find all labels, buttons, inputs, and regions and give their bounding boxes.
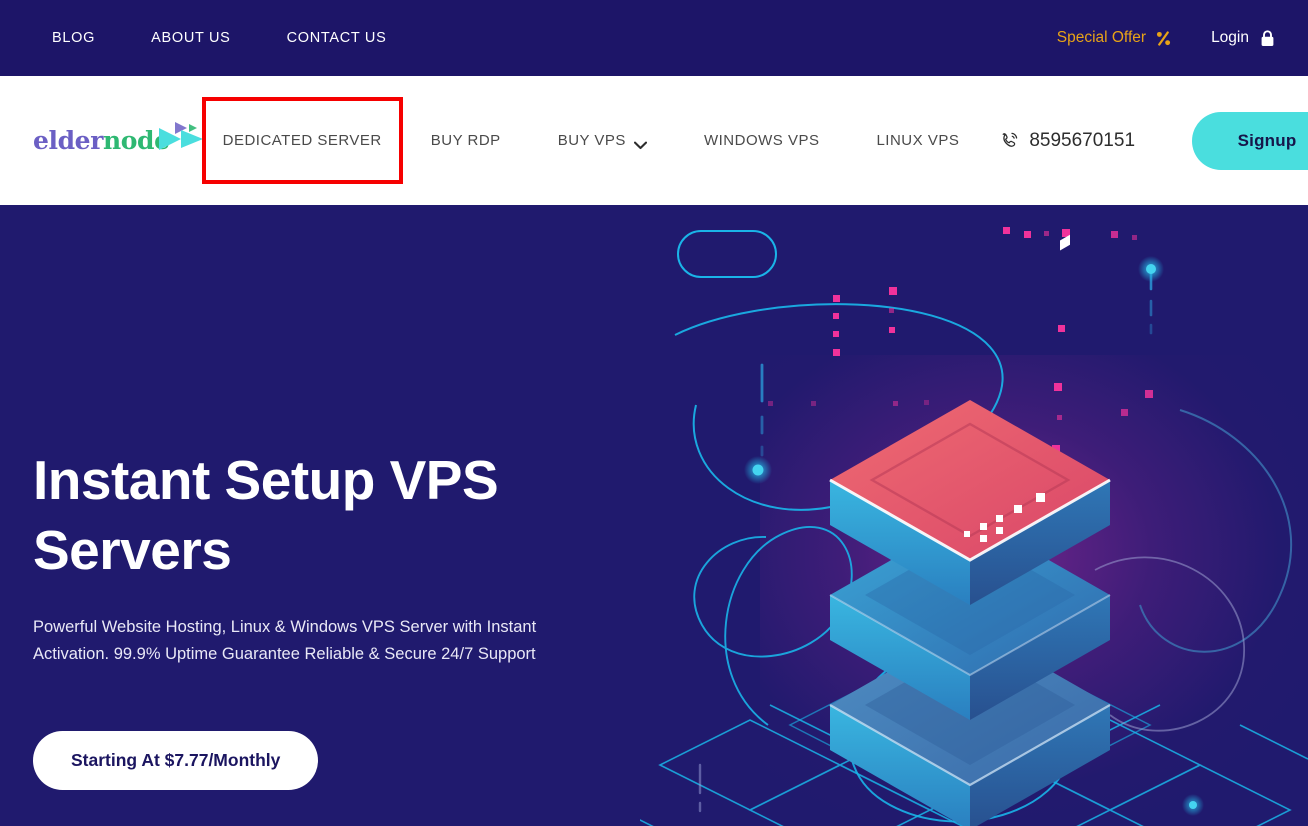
nav-items: DEDICATED SERVER BUY RDP BUY VPS WINDOWS… xyxy=(201,97,1308,184)
topbar-right-group: Special Offer Login xyxy=(1057,29,1308,47)
nav-item-linux-vps[interactable]: LINUX VPS xyxy=(876,132,959,149)
logo-text-elder: elder xyxy=(33,126,103,155)
nav-item-dedicated-server[interactable]: DEDICATED SERVER xyxy=(201,97,403,184)
nav-item-buy-vps-label: BUY VPS xyxy=(557,132,626,149)
hero-section: Instant Setup VPS Servers Powerful Websi… xyxy=(0,205,1308,826)
login-label: Login xyxy=(1211,29,1249,46)
site-logo[interactable]: eldernode xyxy=(33,121,203,161)
phone-number-text: 8595670151 xyxy=(1029,129,1136,151)
topbar-link-contact-us[interactable]: CONTACT US xyxy=(287,24,387,52)
phone-number-link[interactable]: 8595670151 xyxy=(999,130,1135,152)
topbar-link-about-us[interactable]: ABOUT US xyxy=(151,24,230,52)
topbar: BLOG ABOUT US CONTACT US Special Offer L… xyxy=(0,0,1308,76)
nav-item-dedicated-server-label: DEDICATED SERVER xyxy=(222,132,382,149)
percent-icon xyxy=(1156,30,1171,46)
hero-subtitle: Powerful Website Hosting, Linux & Window… xyxy=(33,617,537,663)
topbar-link-blog[interactable]: BLOG xyxy=(52,24,95,52)
topbar-left-links: BLOG ABOUT US CONTACT US xyxy=(0,24,386,52)
lock-icon xyxy=(1260,29,1275,47)
nav-item-linux-vps-label: LINUX VPS xyxy=(876,132,960,149)
special-offer-label: Special Offer xyxy=(1056,29,1147,46)
login-link[interactable]: Login xyxy=(1211,29,1275,47)
special-offer-link[interactable]: Special Offer xyxy=(1057,29,1171,47)
nav-item-buy-rdp[interactable]: BUY RDP xyxy=(431,132,501,149)
hero-cta-button[interactable]: Starting At $7.77/Monthly xyxy=(33,731,319,791)
hero-illustration xyxy=(640,205,1308,826)
phone-call-icon xyxy=(999,131,1019,151)
nav-item-windows-vps-label: WINDOWS VPS xyxy=(703,132,820,149)
nav-item-buy-vps[interactable]: BUY VPS xyxy=(557,132,648,150)
main-navbar: eldernode DEDICATED SERVER BUY RDP BUY V… xyxy=(0,76,1308,205)
nav-item-windows-vps[interactable]: WINDOWS VPS xyxy=(704,132,820,149)
signup-button[interactable]: Signup xyxy=(1192,111,1308,170)
chevron-down-icon xyxy=(633,137,648,150)
nav-item-buy-rdp-label: BUY RDP xyxy=(430,132,501,149)
hero-copy: Instant Setup VPS Servers Powerful Websi… xyxy=(33,445,653,791)
hero-title: Instant Setup VPS Servers xyxy=(33,449,499,582)
page-root: BLOG ABOUT US CONTACT US Special Offer L… xyxy=(0,0,1308,826)
